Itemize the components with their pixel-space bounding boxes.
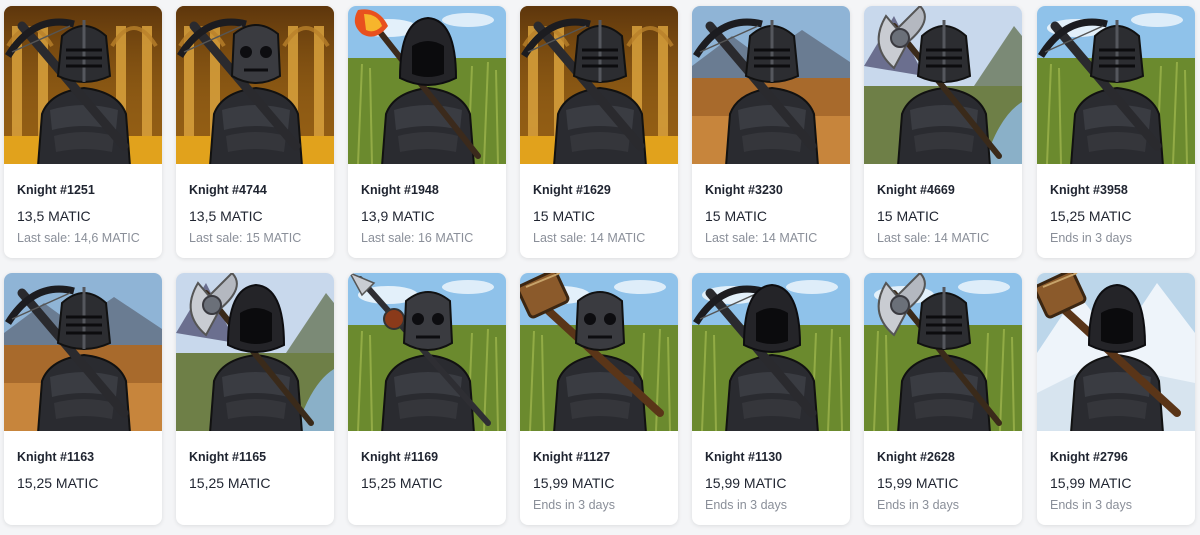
nft-price: 15 MATIC (533, 208, 595, 224)
nft-price: 15,25 MATIC (189, 475, 271, 491)
nft-price: 15,25 MATIC (1050, 208, 1132, 224)
nft-price: 13,5 MATIC (17, 208, 91, 224)
nft-card[interactable]: Knight #3958 15,25 MATIC Ends in 3 days (1037, 6, 1195, 258)
nft-subtext: Last sale: 14 MATIC (877, 231, 990, 245)
nft-name: Knight #4744 (189, 183, 267, 197)
nft-price: 15,99 MATIC (1050, 475, 1132, 491)
nft-info: Knight #2628 15,99 MATIC Ends in 3 days (877, 449, 1016, 513)
nft-image (692, 6, 850, 164)
nft-price: 15,25 MATIC (361, 475, 443, 491)
nft-info: Knight #3230 15 MATIC Last sale: 14 MATIC (705, 182, 844, 246)
nft-card[interactable]: Knight #2796 15,99 MATIC Ends in 3 days (1037, 273, 1195, 525)
nft-name: Knight #2628 (877, 450, 955, 464)
nft-card[interactable]: Knight #1629 15 MATIC Last sale: 14 MATIC (520, 6, 678, 258)
nft-card[interactable]: Knight #4669 15 MATIC Last sale: 14 MATIC (864, 6, 1022, 258)
nft-subtext: Last sale: 14 MATIC (705, 231, 818, 245)
nft-name: Knight #1251 (17, 183, 95, 197)
nft-info: Knight #1130 15,99 MATIC Ends in 3 days (705, 449, 844, 513)
nft-info: Knight #1165 15,25 MATIC (189, 449, 328, 497)
nft-subtext: Last sale: 16 MATIC (361, 231, 474, 245)
nft-price: 15,99 MATIC (533, 475, 615, 491)
nft-subtext: Last sale: 15 MATIC (189, 231, 302, 245)
nft-price: 13,5 MATIC (189, 208, 263, 224)
nft-price: 15 MATIC (705, 208, 767, 224)
nft-subtext: Last sale: 14,6 MATIC (17, 231, 140, 245)
nft-price: 15,99 MATIC (877, 475, 959, 491)
nft-subtext: Ends in 3 days (1050, 231, 1132, 245)
nft-card[interactable]: Knight #1251 13,5 MATIC Last sale: 14,6 MA… (4, 6, 162, 258)
nft-name: Knight #1948 (361, 183, 439, 197)
nft-image (1037, 6, 1195, 164)
nft-card[interactable]: Knight #1165 15,25 MATIC (176, 273, 334, 525)
nft-name: Knight #3958 (1050, 183, 1128, 197)
nft-image (864, 273, 1022, 431)
nft-name: Knight #3230 (705, 183, 783, 197)
nft-price: 13,9 MATIC (361, 208, 435, 224)
nft-card[interactable]: Knight #1169 15,25 MATIC (348, 273, 506, 525)
nft-subtext: Last sale: 14 MATIC (533, 231, 646, 245)
nft-image (348, 6, 506, 164)
nft-info: Knight #3958 15,25 MATIC Ends in 3 days (1050, 182, 1189, 246)
nft-name: Knight #1629 (533, 183, 611, 197)
nft-price: 15,99 MATIC (705, 475, 787, 491)
nft-image (520, 6, 678, 164)
nft-image (1037, 273, 1195, 431)
nft-subtext: Ends in 3 days (1050, 498, 1132, 512)
nft-name: Knight #4669 (877, 183, 955, 197)
nft-image (520, 273, 678, 431)
nft-info: Knight #2796 15,99 MATIC Ends in 3 days (1050, 449, 1189, 513)
nft-subtext: Ends in 3 days (877, 498, 959, 512)
nft-name: Knight #1169 (361, 450, 439, 464)
nft-name: Knight #1163 (17, 450, 95, 464)
nft-image (692, 273, 850, 431)
nft-card[interactable]: Knight #1127 15,99 MATIC Ends in 3 days (520, 273, 678, 525)
nft-card[interactable]: Knight #2628 15,99 MATIC Ends in 3 days (864, 273, 1022, 525)
nft-listing-grid: Knight #1251 13,5 MATIC Last sale: 14,6 MA… (0, 0, 1200, 535)
nft-info: Knight #1629 15 MATIC Last sale: 14 MATIC (533, 182, 672, 246)
nft-name: Knight #1130 (705, 450, 783, 464)
nft-image (176, 6, 334, 164)
nft-price: 15 MATIC (877, 208, 939, 224)
nft-name: Knight #1165 (189, 450, 267, 464)
nft-card[interactable]: Knight #4744 13,5 MATIC Last sale: 15 MATI… (176, 6, 334, 258)
nft-info: Knight #1163 15,25 MATIC (17, 449, 156, 497)
nft-subtext: Ends in 3 days (533, 498, 615, 512)
nft-image (864, 6, 1022, 164)
nft-image (4, 6, 162, 164)
nft-name: Knight #1127 (533, 450, 611, 464)
nft-subtext: Ends in 3 days (705, 498, 787, 512)
nft-card[interactable]: Knight #3230 15 MATIC Last sale: 14 MATIC (692, 6, 850, 258)
nft-card[interactable]: Knight #1948 13,9 MATIC Last sale: 16 MATI… (348, 6, 506, 258)
nft-price: 15,25 MATIC (17, 475, 99, 491)
nft-card[interactable]: Knight #1130 15,99 MATIC Ends in 3 days (692, 273, 850, 525)
nft-image (348, 273, 506, 431)
nft-info: Knight #4744 13,5 MATIC Last sale: 15 MATI… (189, 182, 328, 246)
nft-card[interactable]: Knight #1163 15,25 MATIC (4, 273, 162, 525)
nft-info: Knight #4669 15 MATIC Last sale: 14 MATIC (877, 182, 1016, 246)
nft-image (4, 273, 162, 431)
nft-info: Knight #1127 15,99 MATIC Ends in 3 days (533, 449, 672, 513)
nft-info: Knight #1251 13,5 MATIC Last sale: 14,6 MA… (17, 182, 156, 246)
nft-image (176, 273, 334, 431)
nft-info: Knight #1169 15,25 MATIC (361, 449, 500, 497)
nft-info: Knight #1948 13,9 MATIC Last sale: 16 MATI… (361, 182, 500, 246)
nft-name: Knight #2796 (1050, 450, 1128, 464)
